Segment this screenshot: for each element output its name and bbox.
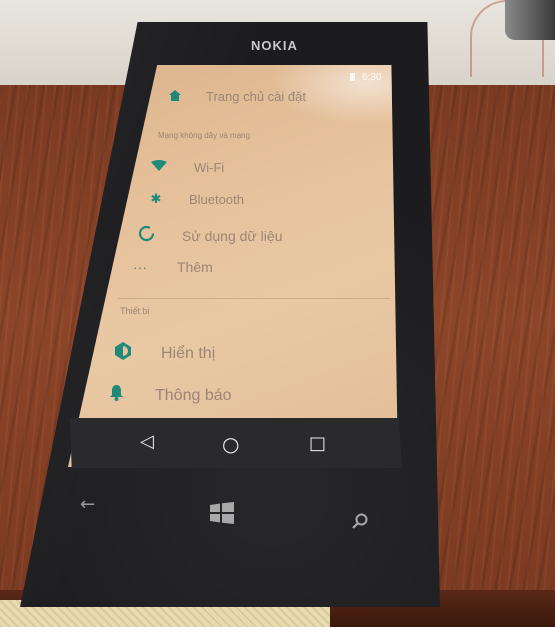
- nav-recents-button[interactable]: □: [309, 435, 326, 453]
- more-icon: ···: [133, 259, 147, 275]
- section-title-wireless: Mạng không dây và mạng: [158, 131, 251, 140]
- nav-back-button[interactable]: ◁: [140, 433, 154, 451]
- notifications-label: Thông báo: [155, 386, 232, 404]
- status-clock: 6:30: [362, 72, 382, 83]
- settings-header-title: Trang chủ cài đặt: [206, 89, 306, 104]
- hardware-windows-button[interactable]: [210, 502, 234, 527]
- windows-logo-icon: [210, 502, 234, 524]
- settings-item-notifications[interactable]: Thông báo: [107, 385, 232, 406]
- settings-header[interactable]: Trang chủ cài đặt: [168, 89, 306, 104]
- data-usage-label: Sử dụng dữ liệu: [182, 228, 283, 244]
- home-icon: [168, 89, 182, 104]
- section-divider: [118, 298, 390, 299]
- brand-logo: NOKIA: [251, 38, 298, 53]
- settings-item-data-usage[interactable]: Sử dụng dữ liệu: [137, 225, 282, 247]
- bluetooth-icon: ✱: [150, 192, 162, 207]
- wifi-label: Wi-Fi: [194, 159, 225, 175]
- nav-home-button[interactable]: ○: [222, 434, 239, 454]
- background-object: [505, 0, 555, 40]
- bluetooth-label: Bluetooth: [189, 192, 244, 207]
- wifi-icon: [150, 158, 168, 176]
- display-icon: [113, 342, 133, 365]
- settings-item-more[interactable]: ··· Thêm: [131, 259, 213, 275]
- settings-item-display[interactable]: Hiển thị: [113, 342, 215, 365]
- settings-item-wifi[interactable]: Wi-Fi: [150, 158, 224, 176]
- section-title-device: Thiết bị: [120, 306, 150, 316]
- notification-bell-icon: [107, 385, 125, 406]
- data-usage-icon: [137, 225, 155, 247]
- settings-item-bluetooth[interactable]: ✱ Bluetooth: [149, 192, 244, 207]
- hardware-back-button[interactable]: ←: [80, 496, 95, 514]
- search-icon: [352, 513, 368, 529]
- battery-icon: [350, 73, 355, 81]
- display-label: Hiển thị: [161, 344, 216, 362]
- more-label: Thêm: [177, 259, 213, 275]
- hardware-search-button[interactable]: [352, 513, 368, 532]
